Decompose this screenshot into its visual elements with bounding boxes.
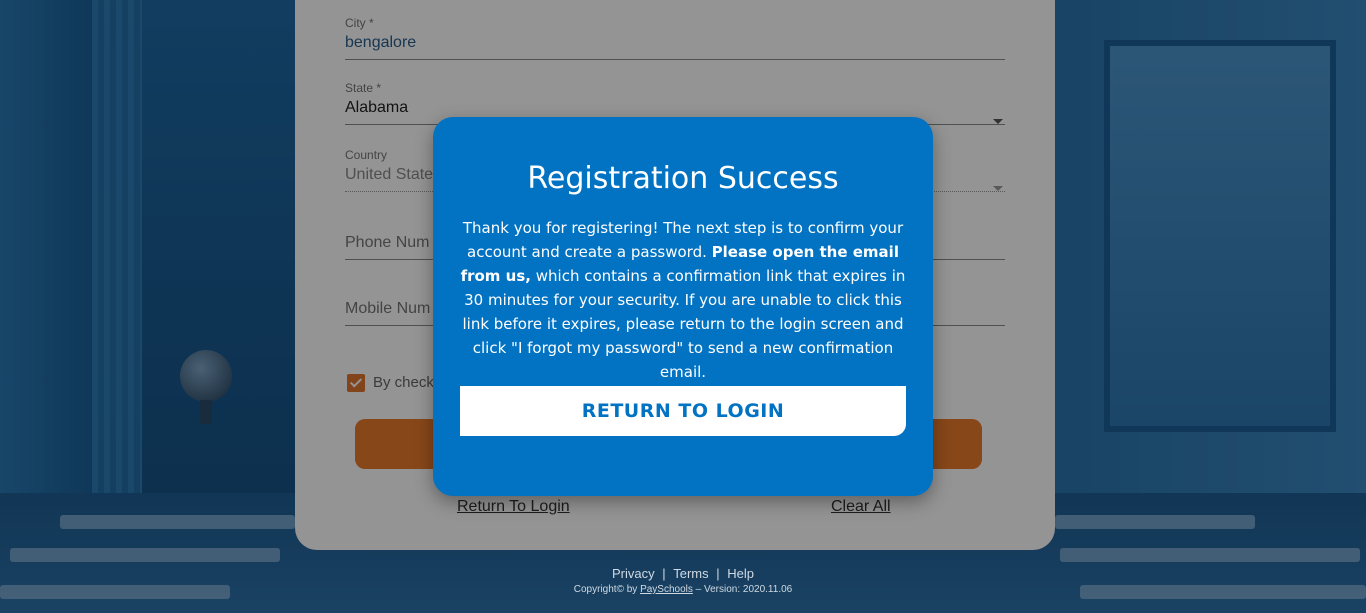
dialog-message: Thank you for registering! The next step… [451,216,915,384]
company-link[interactable]: PaySchools [640,584,693,595]
footer-separator: | [662,566,666,581]
help-link[interactable]: Help [727,566,754,581]
copyright-text: Copyright© by PaySchools – Version: 2020… [0,584,1366,595]
dialog-title: Registration Success [527,161,839,196]
terms-link[interactable]: Terms [673,566,708,581]
footer: Privacy | Terms | Help Copyright© by Pay… [0,566,1366,595]
copyright-prefix: Copyright© by [573,584,638,595]
registration-success-dialog: Registration Success Thank you for regis… [433,117,933,496]
footer-separator: | [716,566,720,581]
return-to-login-button[interactable]: RETURN TO LOGIN [460,386,906,436]
privacy-link[interactable]: Privacy [612,566,655,581]
footer-links: Privacy | Terms | Help [0,566,1366,581]
version-text: – Version: 2020.11.06 [695,584,793,595]
